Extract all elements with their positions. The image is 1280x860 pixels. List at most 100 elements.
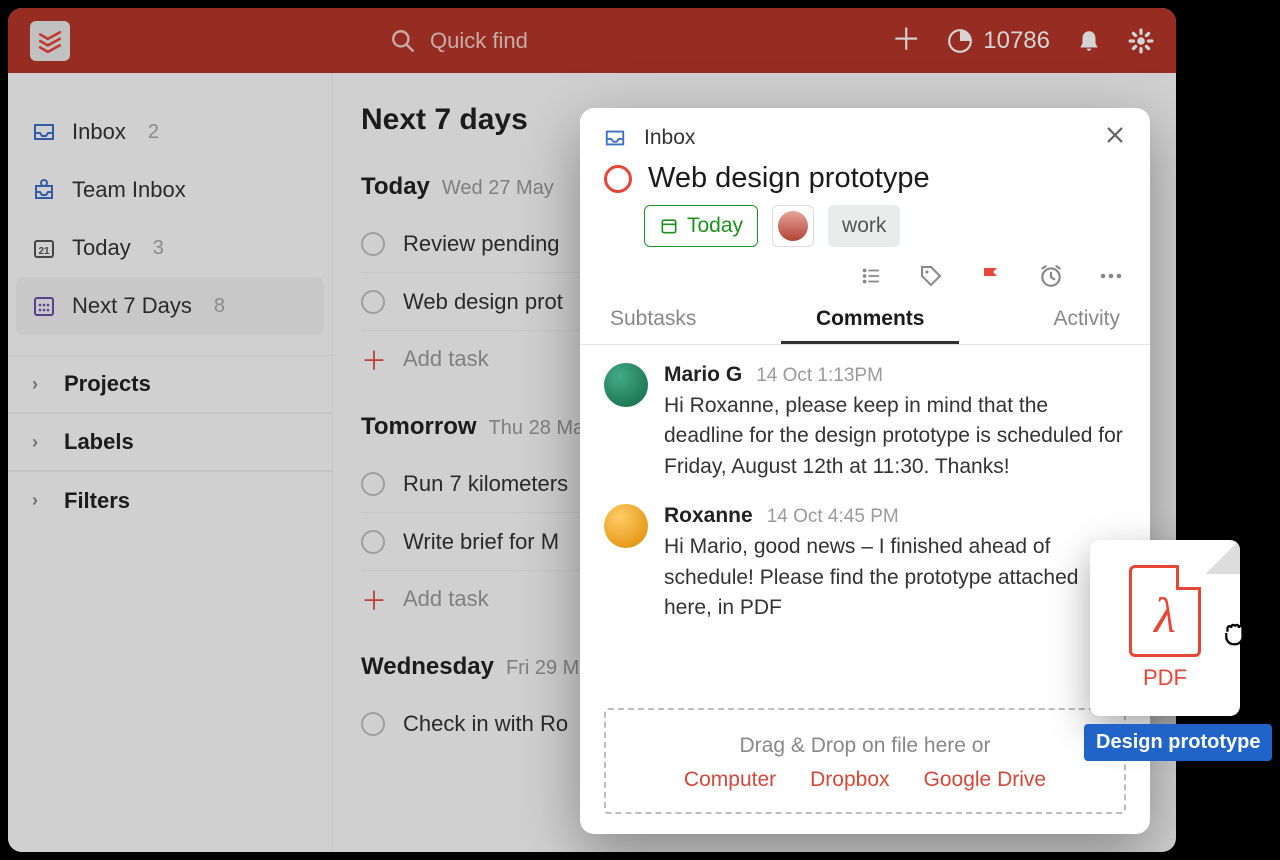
task-checkbox[interactable] — [361, 232, 385, 256]
app-logo[interactable] — [30, 21, 70, 61]
comment-text: Hi Mario, good news – I finished ahead o… — [664, 532, 1126, 623]
sidebar-group-label: Projects — [64, 371, 151, 397]
karma-button[interactable]: 10786 — [947, 27, 1050, 55]
karma-count: 10786 — [983, 27, 1050, 55]
app-window: Quick find ＋ 10786 — [8, 8, 1176, 852]
upload-gdrive-link[interactable]: Google Drive — [924, 768, 1047, 792]
dragged-file-name: Design prototype — [1084, 724, 1272, 761]
more-icon[interactable] — [1096, 263, 1126, 289]
sidebar-item-inbox[interactable]: Inbox 2 — [8, 103, 332, 161]
due-date-label: Today — [687, 214, 743, 238]
tab-comments[interactable]: Comments — [781, 299, 958, 344]
close-icon — [1104, 124, 1126, 146]
sidebar-item-next7days[interactable]: Next 7 Days 8 — [16, 277, 324, 335]
bell-icon[interactable] — [1076, 28, 1102, 54]
list-icon[interactable] — [856, 263, 886, 289]
avatar — [604, 504, 648, 548]
task-complete-checkbox[interactable] — [604, 165, 632, 193]
sidebar: Inbox 2 Team Inbox 21 Today 3 Ne — [8, 73, 333, 852]
svg-text:21: 21 — [38, 246, 50, 257]
chevron-right-icon: › — [32, 374, 50, 395]
sidebar-item-badge: 8 — [214, 295, 225, 318]
close-button[interactable] — [1104, 124, 1126, 152]
task-title[interactable]: Web design prototype — [648, 162, 930, 195]
top-bar: Quick find ＋ 10786 — [8, 8, 1176, 73]
plus-icon: ＋ — [361, 341, 385, 378]
upload-computer-link[interactable]: Computer — [684, 768, 776, 792]
day-date: Fri 29 Ma — [506, 657, 590, 680]
team-inbox-icon — [32, 178, 56, 202]
inbox-icon — [604, 127, 626, 149]
task-checkbox[interactable] — [361, 472, 385, 496]
sidebar-group-filters[interactable]: › Filters — [8, 471, 332, 529]
sidebar-group-label: Filters — [64, 488, 130, 514]
modal-tabs: Subtasks Comments Activity — [580, 299, 1150, 345]
sidebar-group-projects[interactable]: › Projects — [8, 355, 332, 413]
dropzone-text: Drag & Drop on file here or — [616, 734, 1114, 758]
sidebar-item-label: Team Inbox — [72, 177, 186, 203]
day-name: Wednesday — [361, 653, 494, 681]
calendar-today-icon: 21 — [32, 236, 56, 260]
comment: Mario G 14 Oct 1:13PM Hi Roxanne, please… — [604, 363, 1126, 482]
label-chip[interactable]: work — [828, 205, 900, 247]
comment-text: Hi Roxanne, please keep in mind that the… — [664, 391, 1126, 482]
sidebar-item-label: Inbox — [72, 119, 126, 145]
comment: Roxanne 14 Oct 4:45 PM Hi Mario, good ne… — [604, 504, 1126, 623]
avatar — [778, 211, 808, 241]
gear-icon[interactable] — [1128, 28, 1154, 54]
sidebar-item-badge: 2 — [148, 121, 159, 144]
file-dropzone[interactable]: Drag & Drop on file here or Computer Dro… — [604, 708, 1126, 814]
task-title: Check in with Ro — [403, 711, 568, 737]
tab-subtasks[interactable]: Subtasks — [604, 299, 781, 344]
sidebar-item-team-inbox[interactable]: Team Inbox — [8, 161, 332, 219]
karma-pie-icon — [947, 28, 973, 54]
file-type-label: PDF — [1143, 665, 1187, 691]
upload-dropbox-link[interactable]: Dropbox — [810, 768, 889, 792]
chevron-right-icon: › — [32, 432, 50, 453]
chevron-right-icon: › — [32, 490, 50, 511]
tab-activity[interactable]: Activity — [959, 299, 1126, 344]
dragged-file[interactable]: λ PDF — [1090, 540, 1240, 716]
day-name: Tomorrow — [361, 413, 477, 441]
modal-header: Inbox — [580, 108, 1150, 156]
sidebar-item-label: Today — [72, 235, 131, 261]
modal-toolbar — [580, 261, 1150, 299]
plus-icon: ＋ — [361, 581, 385, 618]
assignee-chip[interactable] — [772, 205, 814, 247]
quick-find[interactable]: Quick find — [390, 28, 528, 54]
sidebar-group-labels[interactable]: › Labels — [8, 413, 332, 471]
comments-panel: Mario G 14 Oct 1:13PM Hi Roxanne, please… — [580, 345, 1150, 694]
sidebar-item-badge: 3 — [153, 237, 164, 260]
calendar-icon — [659, 216, 679, 236]
task-detail-modal: Inbox Web design prototype Today work — [580, 108, 1150, 834]
task-title: Run 7 kilometers — [403, 471, 568, 497]
comment-author: Mario G — [664, 363, 742, 387]
task-title: Write brief for M — [403, 529, 559, 555]
todoist-icon — [37, 28, 63, 54]
due-date-chip[interactable]: Today — [644, 205, 758, 247]
task-checkbox[interactable] — [361, 712, 385, 736]
pdf-file-icon: λ — [1129, 565, 1201, 657]
tag-icon[interactable] — [916, 263, 946, 289]
priority-flag-icon[interactable] — [976, 263, 1006, 289]
inbox-icon — [32, 120, 56, 144]
task-title: Review pending — [403, 231, 560, 257]
comment-author: Roxanne — [664, 504, 753, 528]
day-date: Thu 28 May — [489, 417, 595, 440]
sidebar-item-today[interactable]: 21 Today 3 — [8, 219, 332, 277]
top-actions: ＋ 10786 — [891, 26, 1154, 56]
avatar — [604, 363, 648, 407]
modal-title-row: Web design prototype — [580, 156, 1150, 205]
grab-cursor-icon — [1220, 618, 1250, 648]
comment-time: 14 Oct 4:45 PM — [767, 506, 899, 528]
breadcrumb[interactable]: Inbox — [644, 126, 695, 150]
task-title: Web design prot — [403, 289, 563, 315]
add-task-label: Add task — [403, 346, 489, 372]
reminder-icon[interactable] — [1036, 263, 1066, 289]
add-task-icon[interactable]: ＋ — [891, 26, 921, 56]
page-fold-icon — [1206, 540, 1240, 574]
task-checkbox[interactable] — [361, 290, 385, 314]
day-name: Today — [361, 173, 430, 201]
task-checkbox[interactable] — [361, 530, 385, 554]
calendar-week-icon — [32, 294, 56, 318]
